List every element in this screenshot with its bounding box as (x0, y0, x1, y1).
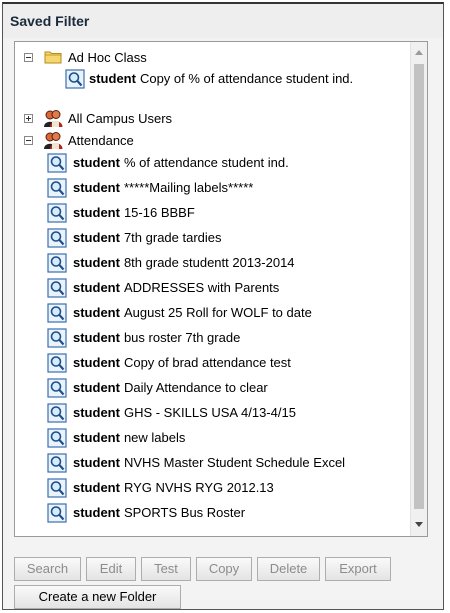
filter-item[interactable]: student ADDRESSES with Parents (15, 277, 410, 299)
filter-item[interactable]: student Daily Attendance to clear (15, 377, 410, 399)
delete-button[interactable]: Delete (257, 557, 320, 581)
scrollbar-thumb[interactable] (414, 64, 424, 509)
filter-report-icon (47, 478, 67, 498)
filter-type-label: student (73, 155, 120, 170)
filter-name: Daily Attendance to clear (123, 380, 268, 395)
filter-item[interactable]: student GHS - SKILLS USA 4/13-4/15 (15, 402, 410, 424)
scroll-down-arrow-icon[interactable] (415, 522, 423, 527)
filter-type-label: student (73, 205, 120, 220)
filter-report-icon (47, 503, 67, 523)
filter-item[interactable]: student 15-16 BBBF (15, 202, 410, 224)
user-group-icon (44, 110, 63, 127)
filter-report-icon (47, 278, 67, 298)
filter-name: Copy of brad attendance test (123, 355, 291, 370)
filter-name: SPORTS Bus Roster (123, 505, 246, 520)
collapse-icon[interactable] (24, 136, 33, 145)
vertical-scrollbar[interactable] (410, 42, 427, 536)
saved-filter-panel: Saved Filter Ad Hoc Class student Copy of… (2, 2, 444, 610)
export-button[interactable]: Export (325, 557, 391, 581)
scroll-up-arrow-icon[interactable] (415, 50, 423, 55)
filter-report-icon (47, 378, 67, 398)
filter-type-label: student (73, 405, 120, 420)
filter-tree-box: Ad Hoc Class student Copy of % of attenda… (14, 41, 428, 537)
filter-report-icon (47, 303, 67, 323)
filter-type-label: student (73, 380, 120, 395)
search-button[interactable]: Search (14, 557, 81, 581)
filter-type-label: student (73, 355, 120, 370)
filter-type-label: student (73, 480, 120, 495)
create-folder-button[interactable]: Create a new Folder (14, 585, 181, 609)
filter-type-label: student (73, 280, 120, 295)
filter-name: RYG NVHS RYG 2012.13 (123, 480, 274, 495)
filter-item[interactable]: student *****Mailing labels***** (15, 177, 410, 199)
filter-type-label: student (73, 505, 120, 520)
filter-type-label: student (73, 305, 120, 320)
filter-report-icon (47, 253, 67, 273)
filter-name: 7th grade tardies (123, 230, 222, 245)
filter-type-label: student (73, 455, 120, 470)
filter-item[interactable]: student bus roster 7th grade (15, 327, 410, 349)
filter-name: bus roster 7th grade (123, 330, 241, 345)
filter-report-icon (47, 403, 67, 423)
filter-name: % of attendance student ind. (123, 155, 289, 170)
filter-item[interactable]: student 8th grade studentt 2013-2014 (15, 252, 410, 274)
filter-report-icon (47, 453, 67, 473)
filter-report-icon (47, 328, 67, 348)
filter-type-label: student (73, 180, 120, 195)
tree-group-label: Ad Hoc Class (68, 50, 147, 65)
filter-name: 15-16 BBBF (123, 205, 195, 220)
collapse-icon[interactable] (24, 53, 33, 62)
filter-report-icon (47, 228, 67, 248)
filter-name: August 25 Roll for WOLF to date (123, 305, 312, 320)
tree-group-all-campus-users[interactable]: All Campus Users (15, 108, 410, 130)
filter-tree: Ad Hoc Class student Copy of % of attenda… (15, 42, 410, 536)
filter-name: new labels (123, 430, 186, 445)
filter-report-icon (47, 178, 67, 198)
tree-group-label: All Campus Users (68, 111, 173, 126)
filter-name: 8th grade studentt 2013-2014 (123, 255, 295, 270)
filter-item[interactable]: student Copy of % of attendance student i… (15, 68, 410, 90)
expand-icon[interactable] (24, 114, 33, 123)
filter-name: NVHS Master Student Schedule Excel (123, 455, 346, 470)
filter-report-icon (65, 69, 85, 89)
test-button[interactable]: Test (141, 557, 191, 581)
filter-name: ADDRESSES with Parents (123, 280, 280, 295)
filter-type-label: student (89, 71, 136, 86)
folder-icon (44, 51, 62, 64)
filter-type-label: student (73, 330, 120, 345)
filter-item[interactable]: student new labels (15, 427, 410, 449)
edit-button[interactable]: Edit (86, 557, 136, 581)
tree-group-attendance[interactable]: Attendance (15, 130, 410, 152)
filter-item[interactable]: student August 25 Roll for WOLF to date (15, 302, 410, 324)
filter-item[interactable]: student RYG NVHS RYG 2012.13 (15, 477, 410, 499)
filter-item[interactable]: student 7th grade tardies (15, 227, 410, 249)
copy-button[interactable]: Copy (196, 557, 252, 581)
filter-item[interactable]: student SPORTS Bus Roster (15, 502, 410, 524)
user-group-icon (44, 132, 63, 149)
panel-title: Saved Filter (3, 4, 443, 38)
filter-name: *****Mailing labels***** (123, 180, 254, 195)
tree-group-ad-hoc-class[interactable]: Ad Hoc Class (15, 47, 410, 69)
filter-type-label: student (73, 430, 120, 445)
filter-name: GHS - SKILLS USA 4/13-4/15 (123, 405, 296, 420)
filter-report-icon (47, 353, 67, 373)
filter-name: Copy of % of attendance student ind. (139, 71, 354, 86)
filter-report-icon (47, 153, 67, 173)
filter-item[interactable]: student Copy of brad attendance test (15, 352, 410, 374)
filter-report-icon (47, 428, 67, 448)
filter-item[interactable]: student% of attendance student ind. (15, 152, 410, 174)
filter-type-label: student (73, 255, 120, 270)
tree-group-label: Attendance (68, 133, 134, 148)
filter-report-icon (47, 203, 67, 223)
filter-item[interactable]: student NVHS Master Student Schedule Exce… (15, 452, 410, 474)
filter-type-label: student (73, 230, 120, 245)
